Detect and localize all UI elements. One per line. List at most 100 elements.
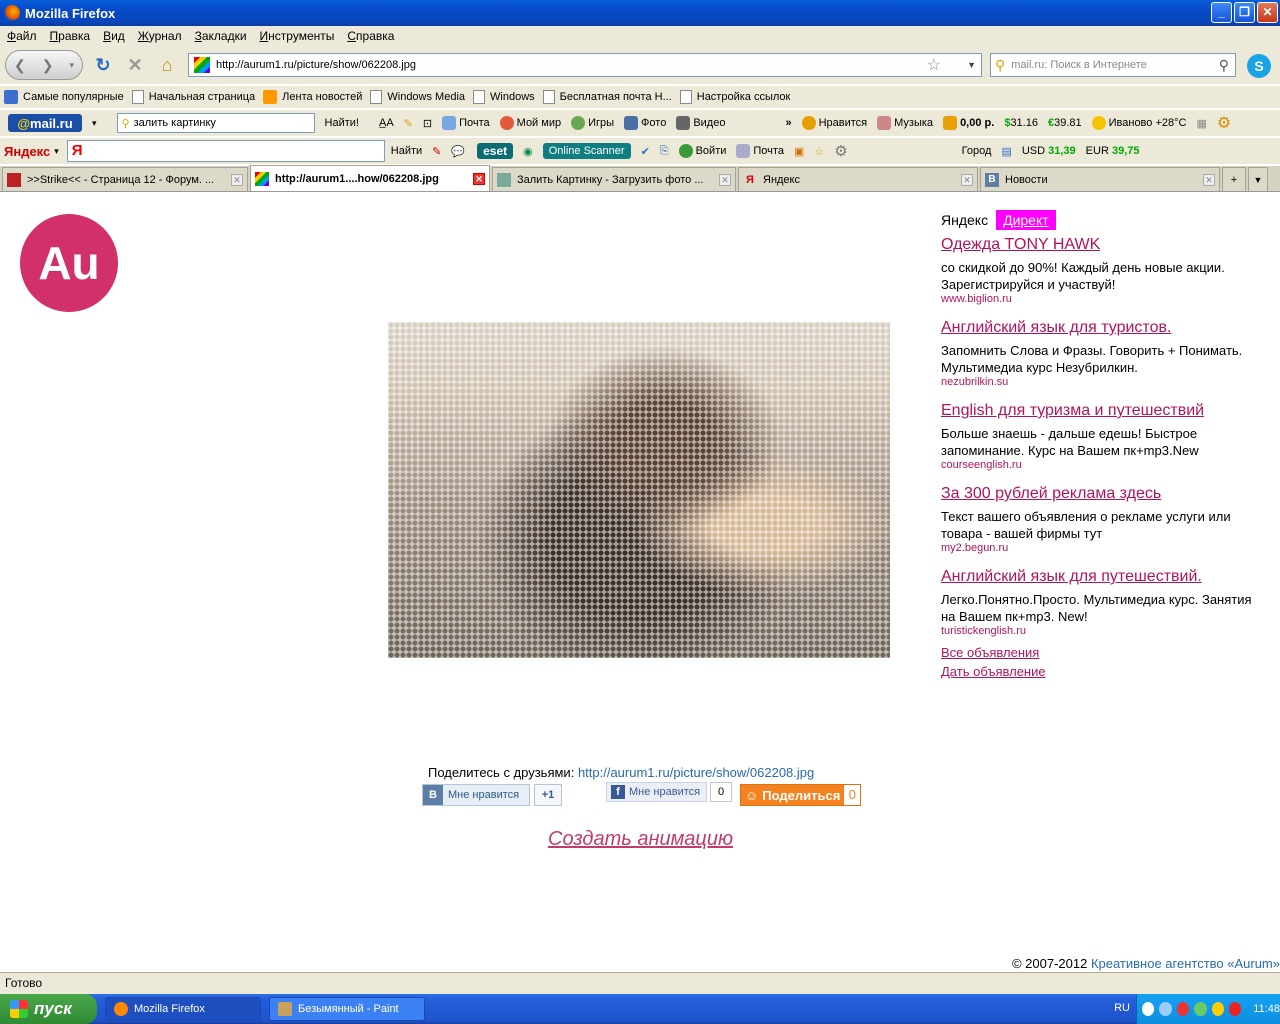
ad-title-link[interactable]: Английский язык для путешествий.	[941, 568, 1261, 586]
eset-status-icon[interactable]: ◉	[523, 145, 533, 158]
url-dropdown-icon[interactable]: ▼	[967, 60, 976, 70]
tab-close-icon[interactable]: ✕	[719, 173, 731, 186]
mailru-music[interactable]: Музыка	[877, 116, 933, 130]
mailru-find-button[interactable]: Найти!	[325, 117, 359, 129]
mailru-video[interactable]: Видео	[676, 116, 725, 130]
mailru-weather[interactable]: Иваново +28°C	[1091, 116, 1186, 130]
yandex-find-button[interactable]: Найти	[391, 145, 422, 157]
search-bar[interactable]: ⚲ mail.ru: Поиск в Интернете ⚲	[990, 53, 1236, 77]
home-icon[interactable]: ⌂	[155, 53, 179, 77]
tab-yandex[interactable]: Я Яндекс ✕	[738, 167, 978, 191]
close-window-button[interactable]: ✕	[1257, 2, 1278, 23]
yandex-dropdown-icon[interactable]: ▾	[54, 146, 59, 157]
mailru-usd-rate[interactable]: $31.16	[1004, 117, 1038, 129]
tray-opera-icon[interactable]	[1228, 1002, 1242, 1016]
forward-arrow-icon[interactable]: ❯	[42, 57, 54, 74]
yandex-gift-icon[interactable]: ▣	[794, 145, 804, 158]
tray-mail-icon[interactable]	[1211, 1002, 1224, 1016]
agency-link[interactable]: Креативное агентство «Aurum»	[1091, 956, 1280, 971]
minimize-button[interactable]: _	[1211, 2, 1232, 23]
ad-title-link[interactable]: Английский язык для туристов.	[941, 319, 1261, 337]
taskbar-firefox[interactable]: Mozilla Firefox	[105, 997, 261, 1021]
menu-tools[interactable]: Инструменты	[260, 29, 335, 43]
tab-aurum-picture[interactable]: http://aurum1....how/062208.jpg ✕	[250, 165, 490, 191]
url-text[interactable]: http://aurum1.ru/picture/show/062208.jpg	[216, 59, 416, 71]
mailru-like[interactable]: Нравится	[801, 116, 867, 130]
menu-history[interactable]: Журнал	[138, 29, 182, 43]
eset-logo[interactable]: eset	[477, 143, 514, 159]
mailru-logo[interactable]: @ mail.ru	[8, 114, 82, 132]
ok-share-button[interactable]: ☺ Поделиться 0	[740, 784, 862, 806]
ad-url[interactable]: www.biglion.ru	[941, 293, 1261, 305]
aurum-logo[interactable]: Au	[20, 214, 118, 312]
bookmark-link-settings[interactable]: Настройка ссылок	[679, 90, 790, 104]
start-button[interactable]: пуск	[0, 994, 97, 1024]
ad-title-link[interactable]: English для туризма и путешествий	[941, 402, 1261, 420]
mailru-photo[interactable]: Фото	[624, 116, 666, 130]
ad-url[interactable]: my2.begun.ru	[941, 542, 1261, 554]
search-icon[interactable]: ⚲	[1219, 57, 1229, 74]
bookmark-most-popular[interactable]: Самые популярные	[4, 90, 124, 104]
mailru-dropdown-icon[interactable]: ▾	[92, 118, 97, 129]
tray-arrow-icon[interactable]	[1142, 1002, 1155, 1016]
fb-like-button[interactable]: f Мне нравится	[606, 782, 708, 802]
yandex-star-icon[interactable]: ☆	[814, 145, 824, 158]
mailru-my-world[interactable]: Мой мир	[499, 116, 561, 130]
mailru-eur-rate[interactable]: €39.81	[1048, 117, 1082, 129]
mailru-games[interactable]: Игры	[571, 116, 614, 130]
highlight-icon[interactable]: ✎	[404, 117, 413, 130]
gear-icon[interactable]: ⚙	[1217, 113, 1231, 133]
yandex-usd-rate[interactable]: USD 31,39	[1022, 145, 1076, 157]
mailru-balance[interactable]: 0,00 р.	[943, 116, 994, 130]
translate-icon[interactable]: ⎘	[660, 145, 669, 158]
city-map-icon[interactable]: ▤	[1001, 145, 1011, 158]
url-bar[interactable]: http://aurum1.ru/picture/show/062208.jpg…	[188, 53, 982, 77]
bookmark-star-icon[interactable]: ☆	[927, 55, 941, 75]
reload-icon[interactable]: ↻	[91, 53, 115, 77]
tray-search-icon[interactable]	[1159, 1002, 1172, 1016]
menu-file[interactable]: Файл	[7, 29, 37, 43]
bookmark-windows-media[interactable]: Windows Media	[370, 90, 465, 104]
font-size-icon[interactable]: A̲A	[379, 117, 394, 129]
tab-close-icon[interactable]: ✕	[231, 173, 243, 186]
bookmark-windows[interactable]: Windows	[473, 90, 535, 104]
ad-url[interactable]: nezubrilkin.su	[941, 376, 1261, 388]
bookmark-start-page[interactable]: Начальная страница	[131, 90, 255, 104]
tray-shield-icon[interactable]	[1176, 1002, 1190, 1016]
search-engine-icon[interactable]: ⚲	[995, 57, 1005, 74]
language-indicator[interactable]: RU	[1114, 1002, 1130, 1014]
history-dropdown-icon[interactable]: ▾	[69, 60, 74, 71]
menu-bookmarks[interactable]: Закладки	[195, 29, 247, 43]
yandex-login[interactable]: Войти	[678, 144, 726, 158]
tab-close-icon[interactable]: ✕	[961, 173, 973, 186]
skype-icon[interactable]: S	[1247, 54, 1271, 78]
pen-icon[interactable]: ✎	[432, 145, 441, 158]
back-arrow-icon[interactable]: ❮	[14, 57, 26, 74]
comment-icon[interactable]: 💬	[451, 145, 465, 158]
bookmark-news-feed[interactable]: Лента новостей	[263, 90, 362, 104]
yandex-search-input[interactable]: Я	[66, 140, 385, 162]
yandex-city[interactable]: Город	[962, 145, 992, 157]
tab-news[interactable]: B Новости ✕	[980, 167, 1220, 191]
mailru-search-input[interactable]: ⚲ залить картинку	[116, 113, 315, 133]
maximize-button[interactable]: ❐	[1234, 2, 1255, 23]
ad-title-link[interactable]: Одежда TONY HAWK	[941, 236, 1261, 254]
ad-title-link[interactable]: За 300 рублей реклама здесь	[941, 485, 1261, 503]
tab-list-dropdown-icon[interactable]: ▼	[1248, 167, 1268, 191]
give-ad-link[interactable]: Дать объявление	[941, 662, 1261, 681]
stop-icon[interactable]: ✕	[123, 53, 147, 77]
menu-help[interactable]: Справка	[347, 29, 394, 43]
new-tab-button[interactable]: +	[1222, 167, 1246, 191]
yandex-logo[interactable]: Яндекс	[4, 144, 50, 159]
yandex-eur-rate[interactable]: EUR 39,75	[1086, 145, 1140, 157]
menu-view[interactable]: Вид	[103, 29, 125, 43]
taskbar-paint[interactable]: Безымянный - Paint	[269, 997, 425, 1021]
bookmark-free-mail[interactable]: Бесплатная почта Н...	[542, 90, 672, 104]
all-ads-link[interactable]: Все объявления	[941, 643, 1261, 662]
ad-url[interactable]: courseenglish.ru	[941, 459, 1261, 471]
mailru-tools-icon[interactable]: ▦	[1196, 117, 1206, 130]
tab-close-icon[interactable]: ✕	[473, 172, 485, 185]
more-chevron-icon[interactable]: »	[785, 117, 791, 129]
yandex-mail[interactable]: Почта	[736, 144, 784, 158]
menu-edit[interactable]: Правка	[50, 29, 91, 43]
